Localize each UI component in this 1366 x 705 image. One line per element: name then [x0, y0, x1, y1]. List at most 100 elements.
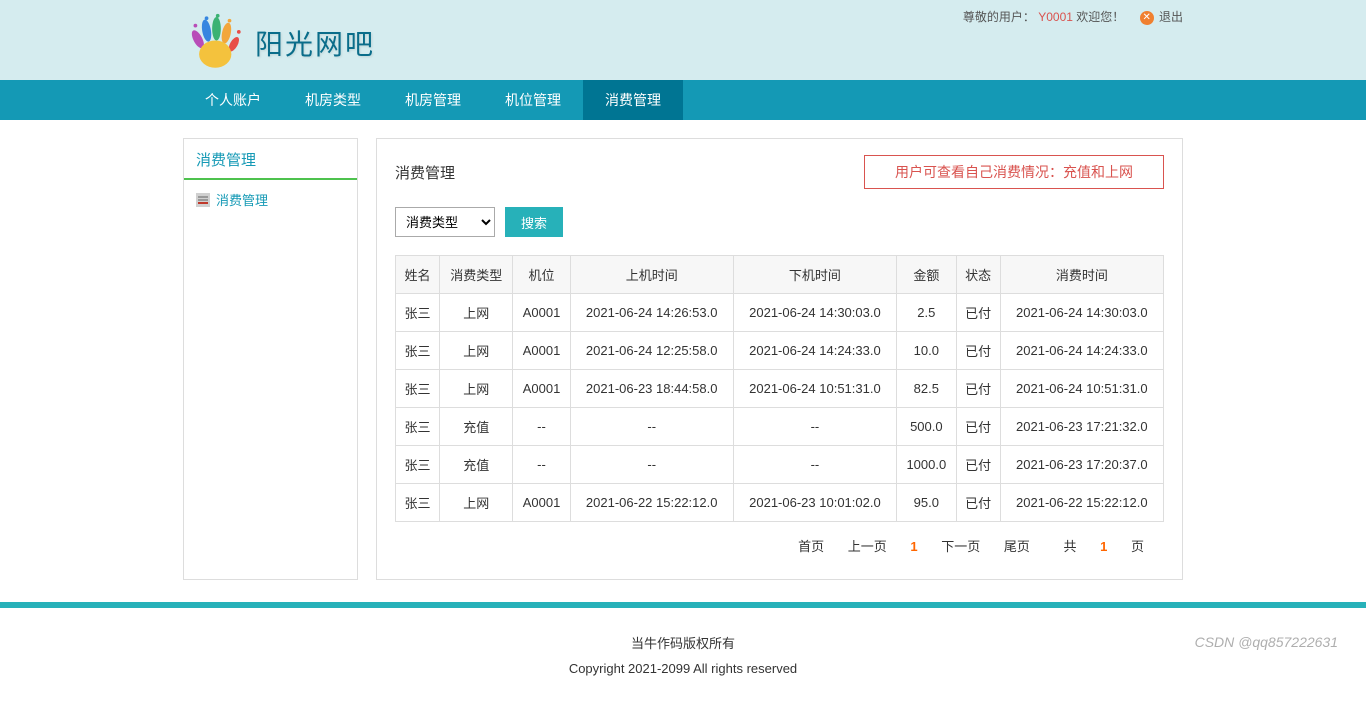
table-row: 张三充值------500.0已付2021-06-23 17:21:32.0: [396, 408, 1164, 446]
table-cell: --: [733, 446, 896, 484]
table-cell: 2021-06-23 10:01:02.0: [733, 484, 896, 522]
page-current[interactable]: 1: [910, 539, 917, 554]
nav-item-3[interactable]: 机位管理: [483, 80, 583, 120]
table-cell: 上网: [440, 294, 513, 332]
table-cell: 已付: [956, 446, 1000, 484]
table-cell: A0001: [513, 294, 570, 332]
table-row: 张三上网A00012021-06-22 15:22:12.02021-06-23…: [396, 484, 1164, 522]
table-cell: 82.5: [897, 370, 957, 408]
table-cell: 充值: [440, 446, 513, 484]
table-header: 状态: [956, 256, 1000, 294]
table-header: 金额: [897, 256, 957, 294]
table-row: 张三上网A00012021-06-23 18:44:58.02021-06-24…: [396, 370, 1164, 408]
table-header: 机位: [513, 256, 570, 294]
table-row: 张三充值------1000.0已付2021-06-23 17:20:37.0: [396, 446, 1164, 484]
table-cell: 张三: [396, 294, 440, 332]
table-cell: 2021-06-24 14:24:33.0: [733, 332, 896, 370]
user-info: 尊敬的用户： Y0001 欢迎您！ ✕ 退出: [963, 8, 1183, 25]
sidebar-title: 消费管理: [184, 139, 357, 180]
table-cell: 已付: [956, 332, 1000, 370]
table-cell: 张三: [396, 370, 440, 408]
page-first[interactable]: 首页: [798, 539, 824, 554]
table-cell: 张三: [396, 484, 440, 522]
table-header: 上机时间: [570, 256, 733, 294]
table-cell: 上网: [440, 370, 513, 408]
content-title: 消费管理: [395, 162, 455, 183]
nav-item-4[interactable]: 消费管理: [583, 80, 683, 120]
logout-icon[interactable]: ✕: [1140, 11, 1154, 25]
nav-item-0[interactable]: 个人账户: [183, 80, 283, 120]
table-cell: A0001: [513, 370, 570, 408]
table-cell: 已付: [956, 294, 1000, 332]
table-cell: --: [570, 408, 733, 446]
data-table: 姓名消费类型机位上机时间下机时间金额状态消费时间 张三上网A00012021-0…: [395, 255, 1164, 522]
sidebar: 消费管理 消费管理: [183, 138, 358, 580]
username: Y0001: [1038, 10, 1073, 24]
table-cell: A0001: [513, 332, 570, 370]
table-cell: 10.0: [897, 332, 957, 370]
table-cell: 2021-06-24 14:30:03.0: [733, 294, 896, 332]
table-cell: --: [570, 446, 733, 484]
table-cell: 2021-06-24 14:24:33.0: [1000, 332, 1163, 370]
table-cell: 充值: [440, 408, 513, 446]
list-icon: [196, 193, 210, 207]
hand-logo-icon: [183, 12, 245, 74]
table-cell: 2021-06-24 10:51:31.0: [733, 370, 896, 408]
sidebar-item-label: 消费管理: [216, 190, 268, 209]
table-cell: 1000.0: [897, 446, 957, 484]
table-cell: A0001: [513, 484, 570, 522]
site-title: 阳光网吧: [255, 23, 375, 63]
logout-link[interactable]: 退出: [1159, 10, 1183, 24]
table-cell: 2021-06-22 15:22:12.0: [1000, 484, 1163, 522]
table-cell: 已付: [956, 370, 1000, 408]
table-cell: 已付: [956, 408, 1000, 446]
nav-item-2[interactable]: 机房管理: [383, 80, 483, 120]
table-cell: 2021-06-24 14:26:53.0: [570, 294, 733, 332]
table-cell: --: [513, 446, 570, 484]
nav-bar: 个人账户机房类型机房管理机位管理消费管理: [0, 80, 1366, 120]
search-button[interactable]: 搜索: [505, 207, 563, 237]
logo-area: 阳光网吧: [183, 12, 375, 74]
page-total: 共 1 页: [1054, 539, 1154, 554]
table-cell: 上网: [440, 484, 513, 522]
content-panel: 消费管理 用户可查看自己消费情况：充值和上网 消费类型 搜索 姓名消费类型机位上…: [376, 138, 1183, 580]
table-cell: 已付: [956, 484, 1000, 522]
table-row: 张三上网A00012021-06-24 14:26:53.02021-06-24…: [396, 294, 1164, 332]
table-cell: 95.0: [897, 484, 957, 522]
table-cell: --: [513, 408, 570, 446]
table-cell: 上网: [440, 332, 513, 370]
user-label: 尊敬的用户：: [963, 10, 1035, 24]
table-cell: 2021-06-24 10:51:31.0: [1000, 370, 1163, 408]
pagination: 首页 上一页 1 下一页 尾页 共 1 页: [395, 536, 1164, 555]
table-cell: 2021-06-24 12:25:58.0: [570, 332, 733, 370]
table-header: 下机时间: [733, 256, 896, 294]
table-cell: --: [733, 408, 896, 446]
watermark: CSDN @qq857222631: [1195, 634, 1338, 650]
table-cell: 2021-06-22 15:22:12.0: [570, 484, 733, 522]
nav-item-1[interactable]: 机房类型: [283, 80, 383, 120]
page-last[interactable]: 尾页: [1004, 539, 1030, 554]
sidebar-item-consume[interactable]: 消费管理: [184, 180, 357, 219]
notice-box: 用户可查看自己消费情况：充值和上网: [864, 155, 1164, 189]
consume-type-select[interactable]: 消费类型: [395, 207, 495, 237]
page-prev[interactable]: 上一页: [848, 539, 887, 554]
table-cell: 2021-06-23 18:44:58.0: [570, 370, 733, 408]
table-cell: 2.5: [897, 294, 957, 332]
table-cell: 2021-06-23 17:20:37.0: [1000, 446, 1163, 484]
footer: 当牛作码版权所有 Copyright 2021-2099 All rights …: [0, 602, 1366, 705]
table-cell: 2021-06-24 14:30:03.0: [1000, 294, 1163, 332]
table-cell: 张三: [396, 446, 440, 484]
footer-text: 当牛作码版权所有 Copyright 2021-2099 All rights …: [0, 608, 1366, 705]
header-bar: 尊敬的用户： Y0001 欢迎您！ ✕ 退出: [0, 0, 1366, 80]
table-cell: 张三: [396, 408, 440, 446]
search-row: 消费类型 搜索: [395, 207, 1164, 237]
table-row: 张三上网A00012021-06-24 12:25:58.02021-06-24…: [396, 332, 1164, 370]
table-cell: 张三: [396, 332, 440, 370]
table-header: 姓名: [396, 256, 440, 294]
table-cell: 500.0: [897, 408, 957, 446]
welcome-text: 欢迎您！: [1076, 10, 1124, 24]
page-next[interactable]: 下一页: [941, 539, 980, 554]
table-header: 消费时间: [1000, 256, 1163, 294]
table-header: 消费类型: [440, 256, 513, 294]
table-cell: 2021-06-23 17:21:32.0: [1000, 408, 1163, 446]
